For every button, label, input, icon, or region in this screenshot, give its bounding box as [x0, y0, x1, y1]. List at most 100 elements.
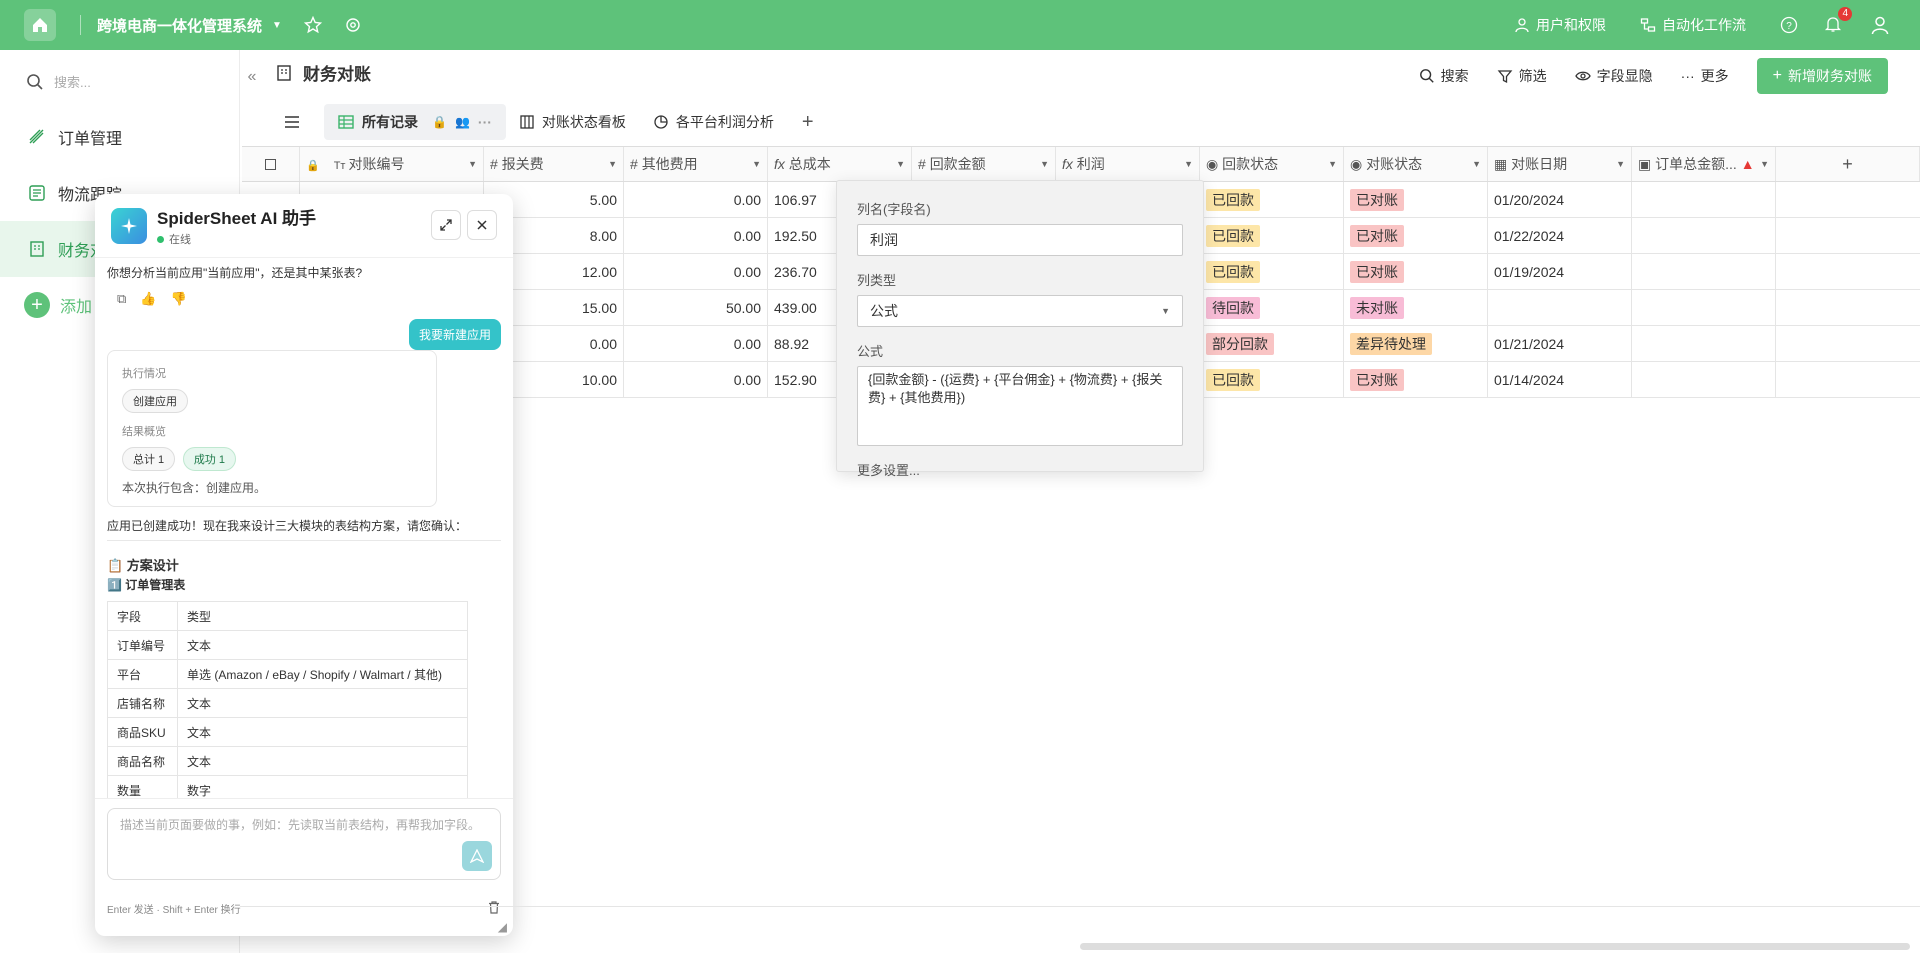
field-display-button[interactable]: 字段显隐	[1574, 66, 1653, 86]
tab-recon-board[interactable]: 对账状态看板	[506, 104, 640, 140]
cell-payment-status[interactable]: 待回款	[1200, 290, 1344, 325]
thumbs-down-icon[interactable]: 👎	[170, 291, 186, 307]
search-button[interactable]: 搜索	[1419, 66, 1469, 86]
people-icon[interactable]: 👥	[455, 115, 470, 129]
formula-textarea[interactable]: {回款金额} - ({运费} + {平台佣金} + {物流费} + {报关费} …	[857, 366, 1183, 446]
chevron-down-icon[interactable]: ▼	[752, 159, 761, 169]
horizontal-scrollbar[interactable]	[1080, 943, 1910, 950]
cell-other[interactable]: 0.00	[624, 182, 768, 217]
field-type-select[interactable]: 公式 ▼	[857, 295, 1183, 327]
account-button[interactable]	[1870, 15, 1890, 35]
add-view-button[interactable]: +	[788, 104, 828, 140]
resize-handle-icon[interactable]: ◢	[498, 920, 507, 934]
cell-payment-status[interactable]: 已回款	[1200, 254, 1344, 289]
chevron-down-icon[interactable]: ▼	[1472, 159, 1481, 169]
cell-payment-status[interactable]: 已回款	[1200, 182, 1344, 217]
users-permissions-link[interactable]: 用户和权限	[1514, 15, 1606, 35]
column-header-profit[interactable]: fx 利润 ▼	[1056, 147, 1200, 181]
cell-date[interactable]: 01/19/2024	[1488, 254, 1632, 289]
cell-other[interactable]: 0.00	[624, 362, 768, 397]
expand-button[interactable]	[431, 210, 461, 240]
exec-summary: 本次执行包含：创建应用。	[122, 481, 267, 495]
chevron-down-icon[interactable]: ▼	[1040, 159, 1049, 169]
close-button[interactable]	[467, 210, 497, 240]
cell-recon-status[interactable]: 已对账	[1344, 254, 1488, 289]
more-button[interactable]: ··· 更多	[1681, 66, 1729, 86]
cell-date[interactable]: 01/14/2024	[1488, 362, 1632, 397]
thumbs-up-icon[interactable]: 👍	[140, 291, 156, 307]
tab-all-records[interactable]: 所有记录 🔒 👥 ···	[324, 104, 506, 140]
cell-other[interactable]: 50.00	[624, 290, 768, 325]
cell-recon-status[interactable]: 差异待处理	[1344, 326, 1488, 361]
cell-date[interactable]: 01/20/2024	[1488, 182, 1632, 217]
tab-profit-analysis[interactable]: 各平台利润分析	[640, 104, 788, 140]
table-row: 订单编号 文本	[107, 630, 468, 660]
app-switch-caret-icon[interactable]: ▼	[272, 20, 282, 31]
cell-other[interactable]: 0.00	[624, 254, 768, 289]
cell-recon-status[interactable]: 未对账	[1344, 290, 1488, 325]
user-message: 我要新建应用	[408, 319, 501, 350]
assistant-logo-icon	[111, 207, 147, 244]
app-title[interactable]: 跨境电商一体化管理系统	[97, 15, 262, 36]
sidebar-item-orders[interactable]: 订单管理	[0, 109, 239, 165]
cell-payment-status[interactable]: 部分回款	[1200, 326, 1344, 361]
status-badge: 已回款	[1206, 188, 1260, 211]
cell-payment-status[interactable]: 已回款	[1200, 218, 1344, 253]
chat-input[interactable]: 描述当前页面要做的事，例如：先读取当前表结构，再帮我加字段。	[107, 808, 501, 880]
cell-date[interactable]: 01/22/2024	[1488, 218, 1632, 253]
automation-link[interactable]: 自动化工作流	[1640, 15, 1746, 35]
menu-toggle[interactable]	[270, 104, 324, 140]
column-header-other-fees[interactable]: # 其他费用 ▼	[624, 147, 768, 181]
field-name-value: 利润	[870, 232, 898, 248]
column-header-recon-no[interactable]: 🔒 Tт 对账编号 ▼	[300, 147, 484, 181]
column-header-payment-status[interactable]: ◉ 回款状态 ▼	[1200, 147, 1344, 181]
chevron-down-icon[interactable]: ▼	[1616, 159, 1625, 169]
chevron-down-icon[interactable]: ▼	[468, 159, 477, 169]
chevron-down-icon[interactable]: ▼	[1760, 159, 1769, 169]
cell-payment-status[interactable]: 已回款	[1200, 362, 1344, 397]
help-button[interactable]: ?	[1780, 16, 1798, 34]
cell-recon-status[interactable]: 已对账	[1344, 218, 1488, 253]
number-type-icon: #	[630, 156, 642, 172]
more-settings-link[interactable]: 更多设置...	[857, 460, 1183, 479]
field-name-input[interactable]: 利润	[857, 224, 1183, 256]
cell-other[interactable]: 0.00	[624, 218, 768, 253]
chevron-down-icon[interactable]: ▼	[1184, 159, 1193, 169]
star-icon[interactable]	[303, 16, 322, 34]
chevron-down-icon[interactable]: ▼	[896, 159, 905, 169]
filter-button[interactable]: 筛选	[1497, 66, 1547, 86]
column-header-order-total[interactable]: ▣ 订单总金额... ▲ ▼	[1632, 147, 1776, 181]
column-header-payment-amount[interactable]: # 回款金额 ▼	[912, 147, 1056, 181]
collapse-sidebar-icon[interactable]: «	[240, 62, 264, 92]
cell-date[interactable]: 01/21/2024	[1488, 326, 1632, 361]
lock-icon[interactable]: 🔒	[432, 115, 447, 129]
home-button[interactable]	[24, 9, 56, 41]
kanban-icon	[520, 115, 534, 129]
notification-button[interactable]: 4	[1824, 6, 1852, 36]
column-header-customs[interactable]: # 报关费 ▼	[484, 147, 624, 181]
column-header-total-cost[interactable]: fx 总成本 ▼	[768, 147, 912, 181]
tab-options-icon[interactable]: ···	[478, 114, 492, 130]
new-record-button[interactable]: + 新增财务对账	[1756, 58, 1888, 94]
plan-cell: 订单编号	[107, 630, 178, 660]
status-badge: 已对账	[1350, 368, 1404, 391]
cell-date[interactable]	[1488, 290, 1632, 325]
cell-other[interactable]: 0.00	[624, 326, 768, 361]
expand-icon	[440, 219, 452, 231]
sidebar-search[interactable]: 搜索...	[26, 72, 239, 91]
column-header-recon-date[interactable]: ▦ 对账日期 ▼	[1488, 147, 1632, 181]
cell-recon-status[interactable]: 已对账	[1344, 182, 1488, 217]
table-row: 字段 类型	[107, 601, 468, 631]
select-all-checkbox[interactable]	[242, 147, 300, 181]
settings-icon[interactable]	[344, 16, 362, 34]
copy-icon[interactable]: ⧉	[117, 291, 126, 307]
chevron-down-icon[interactable]: ▼	[608, 159, 617, 169]
cell-recon-status[interactable]: 已对账	[1344, 362, 1488, 397]
assistant-message: 你想分析当前应用"当前应用"，还是其中某张表?	[107, 266, 363, 280]
chevron-down-icon[interactable]: ▼	[1328, 159, 1337, 169]
add-column-button[interactable]: +	[1776, 147, 1920, 181]
column-header-recon-status[interactable]: ◉ 对账状态 ▼	[1344, 147, 1488, 181]
send-button[interactable]	[462, 841, 492, 871]
trash-icon[interactable]	[487, 900, 501, 917]
view-tabs: 所有记录 🔒 👥 ··· 对账状态看板 各平台利润分析 +	[270, 104, 828, 140]
